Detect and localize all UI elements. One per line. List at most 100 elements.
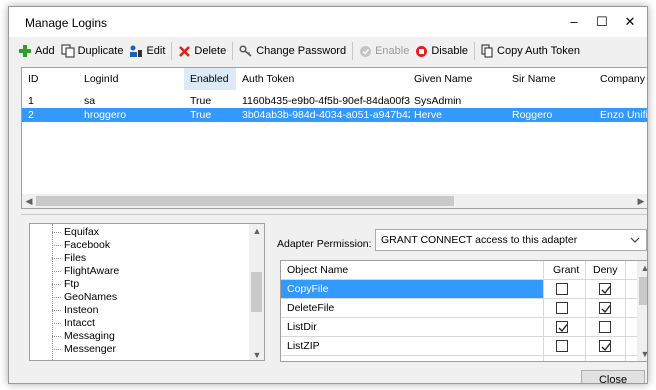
toolbar-separator xyxy=(474,42,476,60)
change-password-button[interactable]: Change Password xyxy=(236,40,349,62)
column-header[interactable]: Deny xyxy=(593,264,618,276)
tree-item[interactable]: FlightAware xyxy=(64,265,119,277)
object-scroll-thumb[interactable] xyxy=(639,277,647,305)
column-header[interactable]: Sir Name xyxy=(512,73,556,85)
cell-token: 3b04ab3b-984d-4034-a051-a947b42... xyxy=(242,109,410,121)
duplicate-label: Duplicate xyxy=(77,45,124,57)
tree-connector xyxy=(52,336,61,337)
close-button[interactable]: Close xyxy=(581,370,645,383)
object-permissions-grid[interactable]: Object Name Grant Deny CopyFile DeleteFi… xyxy=(280,260,647,362)
edit-button[interactable]: Edit xyxy=(126,40,168,62)
close-window-button[interactable]: ✕ xyxy=(613,11,647,33)
grant-checkbox[interactable] xyxy=(556,321,568,333)
edit-icon xyxy=(130,45,143,57)
tree-connector xyxy=(52,271,61,272)
column-header[interactable]: Auth Token xyxy=(242,73,294,85)
object-name: CopyFile xyxy=(287,283,329,295)
duplicate-button[interactable]: Duplicate xyxy=(58,40,127,62)
cell-id: 2 xyxy=(28,109,34,121)
add-icon xyxy=(19,45,31,57)
duplicate-icon xyxy=(61,44,75,58)
title-bar: Manage Logins – ☐ ✕ xyxy=(9,7,647,37)
copy-auth-token-label: Copy Auth Token xyxy=(497,45,581,57)
tree-connector xyxy=(52,284,61,285)
checkmark-icon xyxy=(601,286,611,295)
tree-item[interactable]: GeoNames xyxy=(64,291,117,303)
deny-checkbox[interactable] xyxy=(599,321,611,333)
cell-given-name: Herve xyxy=(414,109,443,121)
deny-checkbox[interactable] xyxy=(599,283,611,295)
object-grid-vertical-scrollbar[interactable]: ▲ ▼ xyxy=(637,261,647,361)
horizontal-scrollbar[interactable]: ◀ ▶ xyxy=(22,194,647,208)
copy-auth-token-button[interactable]: Copy Auth Token xyxy=(478,40,583,62)
tree-connector xyxy=(52,245,61,246)
cell-login: sa xyxy=(84,95,96,107)
disable-icon xyxy=(416,45,428,57)
enable-button[interactable]: Enable xyxy=(356,40,412,62)
deny-checkbox[interactable] xyxy=(599,302,611,314)
add-label: Add xyxy=(35,45,55,57)
change-password-label: Change Password xyxy=(256,45,347,57)
scroll-up-icon[interactable]: ▲ xyxy=(250,224,264,238)
tree-item[interactable]: Insteon xyxy=(64,304,98,316)
scroll-down-icon[interactable]: ▼ xyxy=(638,347,647,361)
table-row[interactable]: 1 sa True 1160b435-e9b0-4f5b-90ef-84da00… xyxy=(22,94,647,108)
toolbar-separator xyxy=(232,42,234,60)
window-title: Manage Logins xyxy=(25,16,108,30)
tree-item-selected[interactable]: Files xyxy=(64,252,86,264)
tree-item[interactable]: Facebook xyxy=(64,239,110,251)
adapter-permission-dropdown[interactable]: GRANT CONNECT access to this adapter xyxy=(375,229,647,251)
checkmark-icon xyxy=(601,343,611,352)
cell-enabled: True xyxy=(190,95,212,107)
grant-checkbox[interactable] xyxy=(556,340,568,352)
column-header[interactable]: Object Name xyxy=(287,264,348,276)
delete-icon xyxy=(179,45,191,57)
column-header[interactable]: Company Nam xyxy=(600,73,647,85)
splitter[interactable] xyxy=(21,214,647,216)
key-icon xyxy=(239,45,252,57)
toolbar: Add Duplicate Edit Delete Change Passwor… xyxy=(9,37,647,65)
adapter-permission-label: Adapter Permission: xyxy=(277,238,372,250)
manage-logins-window: Manage Logins – ☐ ✕ Add Duplicate Edit D… xyxy=(8,6,648,384)
tree-connector xyxy=(52,258,61,259)
column-header[interactable]: Grant xyxy=(553,264,579,276)
tree-vertical-scrollbar[interactable]: ▲ ▼ xyxy=(249,224,264,360)
copy-icon xyxy=(481,44,493,58)
cell-token: 1160b435-e9b0-4f5b-90ef-84da00f33... xyxy=(242,95,410,107)
tree-item[interactable]: Equifax xyxy=(64,226,99,238)
column-header[interactable]: ID xyxy=(28,73,39,85)
grant-checkbox[interactable] xyxy=(556,302,568,314)
disable-label: Disable xyxy=(431,45,469,57)
object-name: ListDir xyxy=(287,321,317,333)
column-header[interactable]: LoginId xyxy=(84,73,118,85)
scroll-down-icon[interactable]: ▼ xyxy=(250,348,264,360)
toolbar-separator xyxy=(352,42,354,60)
tree-item[interactable]: Messaging xyxy=(64,330,115,342)
delete-label: Delete xyxy=(194,45,227,57)
tree-item[interactable]: Ftp xyxy=(64,278,79,290)
scroll-left-icon[interactable]: ◀ xyxy=(22,194,36,208)
cell-sir-name: Roggero xyxy=(512,109,553,121)
grant-checkbox[interactable] xyxy=(556,283,568,295)
tree-connector xyxy=(52,310,61,311)
tree-item[interactable]: Intacct xyxy=(64,317,95,329)
deny-checkbox[interactable] xyxy=(599,340,611,352)
scroll-thumb[interactable] xyxy=(36,196,454,206)
logins-grid[interactable]: ID LoginId Enabled Auth Token Given Name… xyxy=(21,67,647,209)
adapter-tree[interactable]: Equifax Facebook Files FlightAware Ftp G… xyxy=(29,223,265,361)
column-header-enabled[interactable]: Enabled xyxy=(184,68,236,90)
tree-item[interactable]: Messenger xyxy=(64,343,116,355)
adapter-permission-value: GRANT CONNECT access to this adapter xyxy=(381,234,578,246)
checkmark-icon xyxy=(558,324,568,333)
column-header[interactable]: Given Name xyxy=(414,73,472,85)
disable-button[interactable]: Disable xyxy=(412,40,471,62)
tree-scroll-thumb[interactable] xyxy=(251,272,262,312)
scroll-right-icon[interactable]: ▶ xyxy=(634,194,647,208)
scroll-up-icon[interactable]: ▲ xyxy=(638,261,647,275)
tree-connector xyxy=(52,323,61,324)
delete-button[interactable]: Delete xyxy=(175,40,229,62)
tree-connector xyxy=(52,349,61,350)
enable-label: Enable xyxy=(375,45,410,57)
table-row-selected[interactable]: 2 hroggero True 3b04ab3b-984d-4034-a051-… xyxy=(22,108,647,122)
add-button[interactable]: Add xyxy=(15,40,58,62)
